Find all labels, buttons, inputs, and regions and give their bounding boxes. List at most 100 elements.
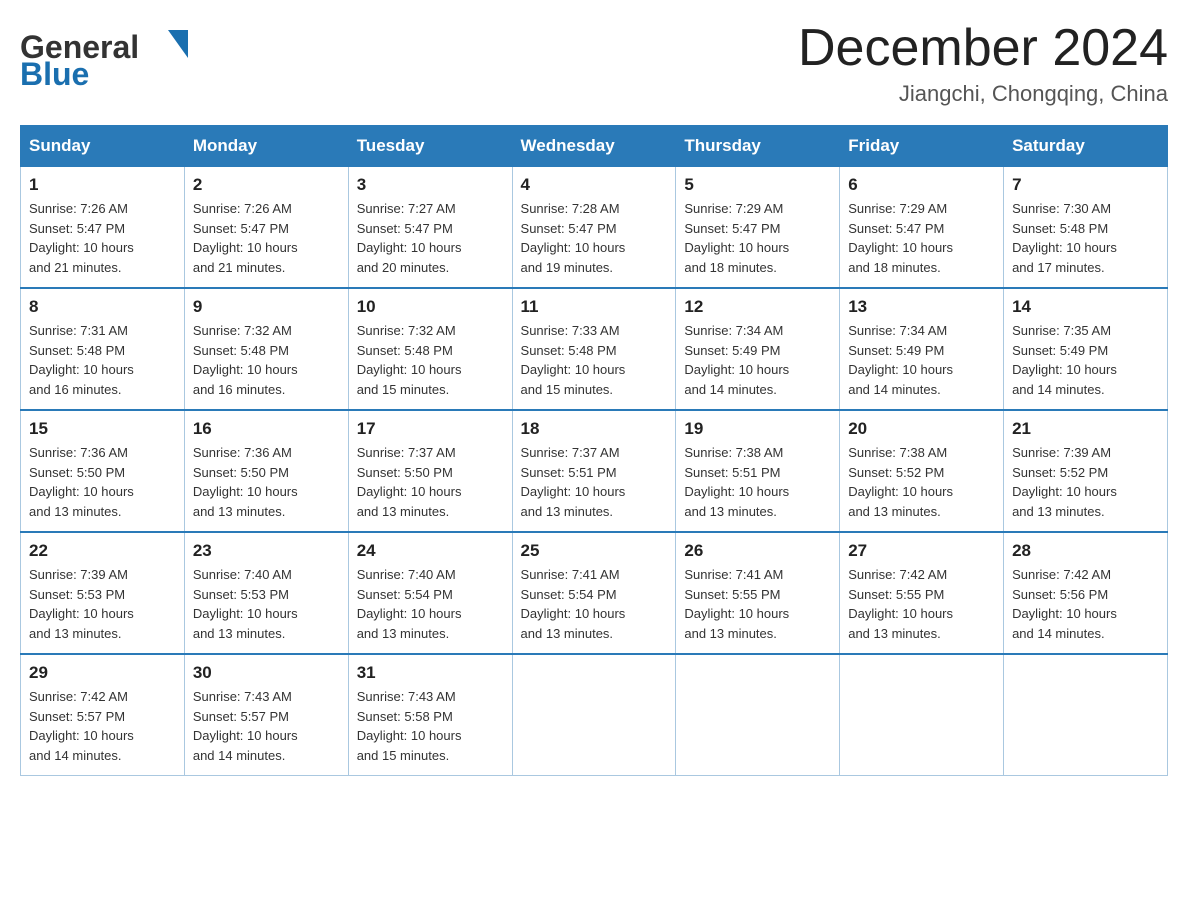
day-info: Sunrise: 7:37 AM Sunset: 5:51 PM Dayligh…	[521, 443, 668, 521]
title-block: December 2024 Jiangchi, Chongqing, China	[798, 20, 1168, 107]
calendar-week-row: 1 Sunrise: 7:26 AM Sunset: 5:47 PM Dayli…	[21, 167, 1168, 289]
day-number: 20	[848, 419, 995, 439]
table-row: 24 Sunrise: 7:40 AM Sunset: 5:54 PM Dayl…	[348, 532, 512, 654]
day-info: Sunrise: 7:33 AM Sunset: 5:48 PM Dayligh…	[521, 321, 668, 399]
col-wednesday: Wednesday	[512, 126, 676, 167]
day-number: 14	[1012, 297, 1159, 317]
day-info: Sunrise: 7:40 AM Sunset: 5:53 PM Dayligh…	[193, 565, 340, 643]
day-number: 13	[848, 297, 995, 317]
calendar-header-row: Sunday Monday Tuesday Wednesday Thursday…	[21, 126, 1168, 167]
day-info: Sunrise: 7:42 AM Sunset: 5:57 PM Dayligh…	[29, 687, 176, 765]
month-title: December 2024	[798, 20, 1168, 77]
table-row: 5 Sunrise: 7:29 AM Sunset: 5:47 PM Dayli…	[676, 167, 840, 289]
table-row: 28 Sunrise: 7:42 AM Sunset: 5:56 PM Dayl…	[1004, 532, 1168, 654]
day-number: 24	[357, 541, 504, 561]
day-number: 11	[521, 297, 668, 317]
day-info: Sunrise: 7:42 AM Sunset: 5:56 PM Dayligh…	[1012, 565, 1159, 643]
day-info: Sunrise: 7:39 AM Sunset: 5:53 PM Dayligh…	[29, 565, 176, 643]
table-row: 8 Sunrise: 7:31 AM Sunset: 5:48 PM Dayli…	[21, 288, 185, 410]
day-number: 21	[1012, 419, 1159, 439]
day-info: Sunrise: 7:32 AM Sunset: 5:48 PM Dayligh…	[193, 321, 340, 399]
day-number: 15	[29, 419, 176, 439]
table-row: 27 Sunrise: 7:42 AM Sunset: 5:55 PM Dayl…	[840, 532, 1004, 654]
day-info: Sunrise: 7:26 AM Sunset: 5:47 PM Dayligh…	[29, 199, 176, 277]
table-row: 15 Sunrise: 7:36 AM Sunset: 5:50 PM Dayl…	[21, 410, 185, 532]
day-number: 17	[357, 419, 504, 439]
table-row: 10 Sunrise: 7:32 AM Sunset: 5:48 PM Dayl…	[348, 288, 512, 410]
table-row: 19 Sunrise: 7:38 AM Sunset: 5:51 PM Dayl…	[676, 410, 840, 532]
day-info: Sunrise: 7:26 AM Sunset: 5:47 PM Dayligh…	[193, 199, 340, 277]
day-number: 22	[29, 541, 176, 561]
day-info: Sunrise: 7:38 AM Sunset: 5:51 PM Dayligh…	[684, 443, 831, 521]
table-row: 3 Sunrise: 7:27 AM Sunset: 5:47 PM Dayli…	[348, 167, 512, 289]
day-number: 26	[684, 541, 831, 561]
table-row: 12 Sunrise: 7:34 AM Sunset: 5:49 PM Dayl…	[676, 288, 840, 410]
page-header: General Blue December 2024 Jiangchi, Cho…	[20, 20, 1168, 107]
table-row: 4 Sunrise: 7:28 AM Sunset: 5:47 PM Dayli…	[512, 167, 676, 289]
day-info: Sunrise: 7:37 AM Sunset: 5:50 PM Dayligh…	[357, 443, 504, 521]
table-row: 23 Sunrise: 7:40 AM Sunset: 5:53 PM Dayl…	[184, 532, 348, 654]
day-number: 3	[357, 175, 504, 195]
day-number: 10	[357, 297, 504, 317]
day-info: Sunrise: 7:41 AM Sunset: 5:55 PM Dayligh…	[684, 565, 831, 643]
col-saturday: Saturday	[1004, 126, 1168, 167]
table-row: 1 Sunrise: 7:26 AM Sunset: 5:47 PM Dayli…	[21, 167, 185, 289]
day-number: 4	[521, 175, 668, 195]
day-info: Sunrise: 7:36 AM Sunset: 5:50 PM Dayligh…	[29, 443, 176, 521]
calendar-week-row: 8 Sunrise: 7:31 AM Sunset: 5:48 PM Dayli…	[21, 288, 1168, 410]
table-row: 9 Sunrise: 7:32 AM Sunset: 5:48 PM Dayli…	[184, 288, 348, 410]
day-number: 6	[848, 175, 995, 195]
day-info: Sunrise: 7:30 AM Sunset: 5:48 PM Dayligh…	[1012, 199, 1159, 277]
col-thursday: Thursday	[676, 126, 840, 167]
day-info: Sunrise: 7:43 AM Sunset: 5:57 PM Dayligh…	[193, 687, 340, 765]
day-number: 19	[684, 419, 831, 439]
day-number: 16	[193, 419, 340, 439]
col-sunday: Sunday	[21, 126, 185, 167]
table-row	[1004, 654, 1168, 776]
table-row: 2 Sunrise: 7:26 AM Sunset: 5:47 PM Dayli…	[184, 167, 348, 289]
table-row: 6 Sunrise: 7:29 AM Sunset: 5:47 PM Dayli…	[840, 167, 1004, 289]
svg-text:Blue: Blue	[20, 56, 89, 88]
calendar-table: Sunday Monday Tuesday Wednesday Thursday…	[20, 125, 1168, 776]
table-row: 14 Sunrise: 7:35 AM Sunset: 5:49 PM Dayl…	[1004, 288, 1168, 410]
day-info: Sunrise: 7:43 AM Sunset: 5:58 PM Dayligh…	[357, 687, 504, 765]
day-number: 30	[193, 663, 340, 683]
table-row: 18 Sunrise: 7:37 AM Sunset: 5:51 PM Dayl…	[512, 410, 676, 532]
table-row	[840, 654, 1004, 776]
day-info: Sunrise: 7:38 AM Sunset: 5:52 PM Dayligh…	[848, 443, 995, 521]
day-info: Sunrise: 7:35 AM Sunset: 5:49 PM Dayligh…	[1012, 321, 1159, 399]
day-number: 8	[29, 297, 176, 317]
calendar-week-row: 22 Sunrise: 7:39 AM Sunset: 5:53 PM Dayl…	[21, 532, 1168, 654]
day-number: 9	[193, 297, 340, 317]
table-row: 26 Sunrise: 7:41 AM Sunset: 5:55 PM Dayl…	[676, 532, 840, 654]
day-number: 27	[848, 541, 995, 561]
table-row: 22 Sunrise: 7:39 AM Sunset: 5:53 PM Dayl…	[21, 532, 185, 654]
table-row	[512, 654, 676, 776]
day-info: Sunrise: 7:28 AM Sunset: 5:47 PM Dayligh…	[521, 199, 668, 277]
day-info: Sunrise: 7:42 AM Sunset: 5:55 PM Dayligh…	[848, 565, 995, 643]
day-number: 7	[1012, 175, 1159, 195]
day-info: Sunrise: 7:34 AM Sunset: 5:49 PM Dayligh…	[848, 321, 995, 399]
day-info: Sunrise: 7:40 AM Sunset: 5:54 PM Dayligh…	[357, 565, 504, 643]
day-info: Sunrise: 7:31 AM Sunset: 5:48 PM Dayligh…	[29, 321, 176, 399]
day-number: 23	[193, 541, 340, 561]
day-number: 1	[29, 175, 176, 195]
table-row: 29 Sunrise: 7:42 AM Sunset: 5:57 PM Dayl…	[21, 654, 185, 776]
col-friday: Friday	[840, 126, 1004, 167]
day-number: 5	[684, 175, 831, 195]
table-row: 20 Sunrise: 7:38 AM Sunset: 5:52 PM Dayl…	[840, 410, 1004, 532]
logo: General Blue	[20, 20, 210, 88]
location: Jiangchi, Chongqing, China	[798, 81, 1168, 107]
table-row: 30 Sunrise: 7:43 AM Sunset: 5:57 PM Dayl…	[184, 654, 348, 776]
col-tuesday: Tuesday	[348, 126, 512, 167]
calendar-week-row: 15 Sunrise: 7:36 AM Sunset: 5:50 PM Dayl…	[21, 410, 1168, 532]
table-row: 11 Sunrise: 7:33 AM Sunset: 5:48 PM Dayl…	[512, 288, 676, 410]
table-row	[676, 654, 840, 776]
table-row: 31 Sunrise: 7:43 AM Sunset: 5:58 PM Dayl…	[348, 654, 512, 776]
day-info: Sunrise: 7:32 AM Sunset: 5:48 PM Dayligh…	[357, 321, 504, 399]
logo-svg: General Blue	[20, 20, 210, 88]
day-number: 18	[521, 419, 668, 439]
table-row: 21 Sunrise: 7:39 AM Sunset: 5:52 PM Dayl…	[1004, 410, 1168, 532]
day-number: 25	[521, 541, 668, 561]
day-info: Sunrise: 7:41 AM Sunset: 5:54 PM Dayligh…	[521, 565, 668, 643]
